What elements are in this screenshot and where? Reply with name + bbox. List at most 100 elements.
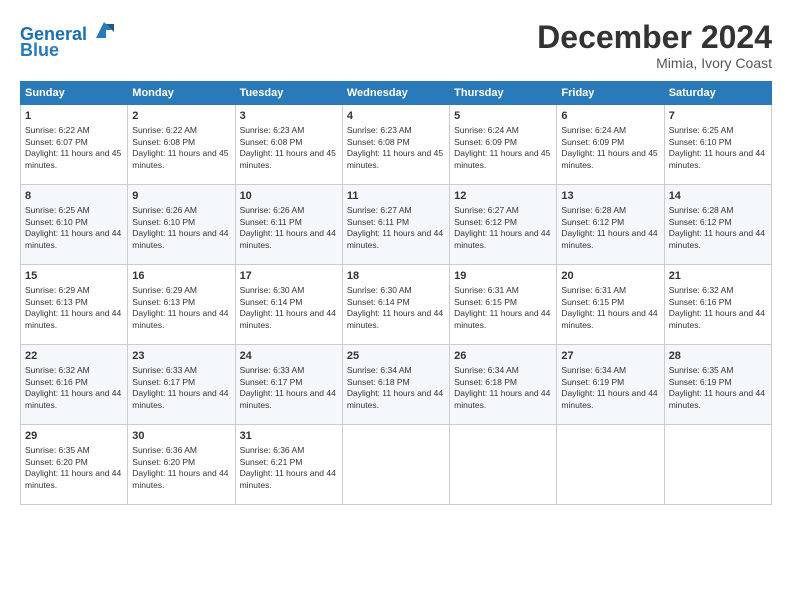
calendar-cell: 30 Sunrise: 6:36 AMSunset: 6:20 PMDayligh… (128, 425, 235, 505)
calendar-cell (557, 425, 664, 505)
weekday-header-monday: Monday (128, 82, 235, 105)
day-info: Sunrise: 6:34 AMSunset: 6:18 PMDaylight:… (454, 365, 552, 411)
day-info: Sunrise: 6:35 AMSunset: 6:20 PMDaylight:… (25, 445, 123, 491)
day-number: 19 (454, 269, 552, 283)
day-info: Sunrise: 6:29 AMSunset: 6:13 PMDaylight:… (25, 285, 123, 331)
day-number: 6 (561, 109, 659, 123)
day-info: Sunrise: 6:33 AMSunset: 6:17 PMDaylight:… (132, 365, 230, 411)
day-info: Sunrise: 6:33 AMSunset: 6:17 PMDaylight:… (240, 365, 338, 411)
calendar-cell: 16 Sunrise: 6:29 AMSunset: 6:13 PMDayligh… (128, 265, 235, 345)
day-info: Sunrise: 6:23 AMSunset: 6:08 PMDaylight:… (347, 125, 445, 171)
calendar-cell: 29 Sunrise: 6:35 AMSunset: 6:20 PMDayligh… (21, 425, 128, 505)
calendar-cell: 31 Sunrise: 6:36 AMSunset: 6:21 PMDayligh… (235, 425, 342, 505)
day-info: Sunrise: 6:25 AMSunset: 6:10 PMDaylight:… (669, 125, 767, 171)
day-info: Sunrise: 6:25 AMSunset: 6:10 PMDaylight:… (25, 205, 123, 251)
calendar-cell: 14Sunrise: 6:28 AMSunset: 6:12 PMDayligh… (664, 185, 771, 265)
calendar-cell: 25 Sunrise: 6:34 AMSunset: 6:18 PMDayligh… (342, 345, 449, 425)
weekday-header-tuesday: Tuesday (235, 82, 342, 105)
weekday-header-wednesday: Wednesday (342, 82, 449, 105)
day-number: 29 (25, 429, 123, 443)
calendar-cell: 15 Sunrise: 6:29 AMSunset: 6:13 PMDayligh… (21, 265, 128, 345)
day-number: 4 (347, 109, 445, 123)
logo-icon (94, 20, 114, 40)
day-info: Sunrise: 6:26 AMSunset: 6:11 PMDaylight:… (240, 205, 338, 251)
day-info: Sunrise: 6:24 AMSunset: 6:09 PMDaylight:… (561, 125, 659, 171)
day-info: Sunrise: 6:22 AMSunset: 6:07 PMDaylight:… (25, 125, 123, 171)
calendar-cell: 17 Sunrise: 6:30 AMSunset: 6:14 PMDayligh… (235, 265, 342, 345)
day-info: Sunrise: 6:34 AMSunset: 6:18 PMDaylight:… (347, 365, 445, 411)
day-info: Sunrise: 6:29 AMSunset: 6:13 PMDaylight:… (132, 285, 230, 331)
day-number: 7 (669, 109, 767, 123)
day-info: Sunrise: 6:27 AMSunset: 6:12 PMDaylight:… (454, 205, 552, 251)
day-info: Sunrise: 6:32 AMSunset: 6:16 PMDaylight:… (669, 285, 767, 331)
day-number: 3 (240, 109, 338, 123)
day-number: 28 (669, 349, 767, 363)
weekday-header-saturday: Saturday (664, 82, 771, 105)
calendar-cell: 11 Sunrise: 6:27 AMSunset: 6:11 PMDayligh… (342, 185, 449, 265)
logo: General Blue (20, 20, 114, 61)
day-info: Sunrise: 6:32 AMSunset: 6:16 PMDaylight:… (25, 365, 123, 411)
day-number: 27 (561, 349, 659, 363)
day-number: 26 (454, 349, 552, 363)
calendar-cell: 5 Sunrise: 6:24 AMSunset: 6:09 PMDaylight… (450, 105, 557, 185)
day-info: Sunrise: 6:30 AMSunset: 6:14 PMDaylight:… (347, 285, 445, 331)
calendar-cell: 6 Sunrise: 6:24 AMSunset: 6:09 PMDaylight… (557, 105, 664, 185)
day-number: 10 (240, 189, 338, 203)
day-number: 16 (132, 269, 230, 283)
calendar: SundayMondayTuesdayWednesdayThursdayFrid… (20, 81, 772, 505)
weekday-header-sunday: Sunday (21, 82, 128, 105)
calendar-cell: 27 Sunrise: 6:34 AMSunset: 6:19 PMDayligh… (557, 345, 664, 425)
calendar-cell: 22 Sunrise: 6:32 AMSunset: 6:16 PMDayligh… (21, 345, 128, 425)
day-info: Sunrise: 6:22 AMSunset: 6:08 PMDaylight:… (132, 125, 230, 171)
calendar-cell: 21 Sunrise: 6:32 AMSunset: 6:16 PMDayligh… (664, 265, 771, 345)
location: Mimia, Ivory Coast (537, 55, 772, 71)
day-info: Sunrise: 6:23 AMSunset: 6:08 PMDaylight:… (240, 125, 338, 171)
calendar-cell: 13Sunrise: 6:28 AMSunset: 6:12 PMDayligh… (557, 185, 664, 265)
day-info: Sunrise: 6:30 AMSunset: 6:14 PMDaylight:… (240, 285, 338, 331)
calendar-cell: 1Sunrise: 6:22 AMSunset: 6:07 PMDaylight… (21, 105, 128, 185)
day-number: 11 (347, 189, 445, 203)
day-number: 30 (132, 429, 230, 443)
day-number: 8 (25, 189, 123, 203)
calendar-cell: 10 Sunrise: 6:26 AMSunset: 6:11 PMDayligh… (235, 185, 342, 265)
day-number: 5 (454, 109, 552, 123)
day-number: 21 (669, 269, 767, 283)
day-number: 22 (25, 349, 123, 363)
day-number: 20 (561, 269, 659, 283)
calendar-cell (342, 425, 449, 505)
calendar-cell: 12Sunrise: 6:27 AMSunset: 6:12 PMDayligh… (450, 185, 557, 265)
day-info: Sunrise: 6:27 AMSunset: 6:11 PMDaylight:… (347, 205, 445, 251)
calendar-cell (450, 425, 557, 505)
page: General Blue December 2024 Mimia, Ivory … (0, 0, 792, 612)
day-number: 15 (25, 269, 123, 283)
day-number: 14 (669, 189, 767, 203)
calendar-cell: 2Sunrise: 6:22 AMSunset: 6:08 PMDaylight… (128, 105, 235, 185)
weekday-header-friday: Friday (557, 82, 664, 105)
day-number: 31 (240, 429, 338, 443)
day-number: 23 (132, 349, 230, 363)
calendar-cell: 24 Sunrise: 6:33 AMSunset: 6:17 PMDayligh… (235, 345, 342, 425)
month-title: December 2024 (537, 20, 772, 55)
day-number: 17 (240, 269, 338, 283)
day-info: Sunrise: 6:34 AMSunset: 6:19 PMDaylight:… (561, 365, 659, 411)
calendar-cell: 9Sunrise: 6:26 AMSunset: 6:10 PMDaylight… (128, 185, 235, 265)
header: General Blue December 2024 Mimia, Ivory … (20, 20, 772, 71)
day-info: Sunrise: 6:36 AMSunset: 6:20 PMDaylight:… (132, 445, 230, 491)
calendar-cell: 28Sunrise: 6:35 AMSunset: 6:19 PMDayligh… (664, 345, 771, 425)
day-info: Sunrise: 6:31 AMSunset: 6:15 PMDaylight:… (561, 285, 659, 331)
title-block: December 2024 Mimia, Ivory Coast (537, 20, 772, 71)
day-number: 25 (347, 349, 445, 363)
weekday-header-thursday: Thursday (450, 82, 557, 105)
calendar-cell: 3 Sunrise: 6:23 AMSunset: 6:08 PMDaylight… (235, 105, 342, 185)
day-info: Sunrise: 6:24 AMSunset: 6:09 PMDaylight:… (454, 125, 552, 171)
calendar-cell: 20 Sunrise: 6:31 AMSunset: 6:15 PMDayligh… (557, 265, 664, 345)
calendar-cell: 4 Sunrise: 6:23 AMSunset: 6:08 PMDaylight… (342, 105, 449, 185)
calendar-cell: 19 Sunrise: 6:31 AMSunset: 6:15 PMDayligh… (450, 265, 557, 345)
calendar-cell: 26 Sunrise: 6:34 AMSunset: 6:18 PMDayligh… (450, 345, 557, 425)
calendar-cell: 23 Sunrise: 6:33 AMSunset: 6:17 PMDayligh… (128, 345, 235, 425)
day-info: Sunrise: 6:36 AMSunset: 6:21 PMDaylight:… (240, 445, 338, 491)
calendar-cell: 18Sunrise: 6:30 AMSunset: 6:14 PMDayligh… (342, 265, 449, 345)
day-number: 24 (240, 349, 338, 363)
day-info: Sunrise: 6:31 AMSunset: 6:15 PMDaylight:… (454, 285, 552, 331)
day-info: Sunrise: 6:28 AMSunset: 6:12 PMDaylight:… (561, 205, 659, 251)
